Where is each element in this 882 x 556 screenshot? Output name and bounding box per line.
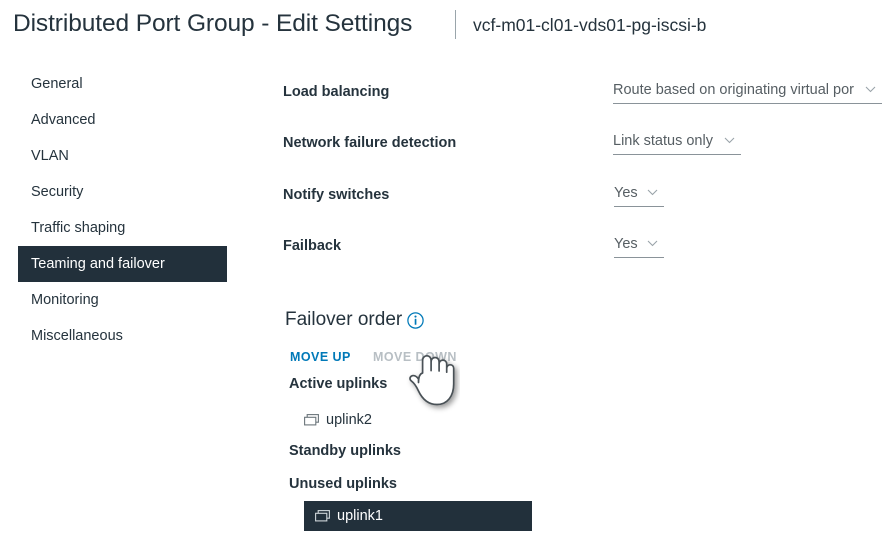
network-adapter-icon <box>304 413 319 427</box>
dropdown-value: Yes <box>614 185 638 201</box>
network-failure-detection-dropdown[interactable]: Link status only <box>613 131 741 155</box>
chevron-down-icon <box>724 137 735 144</box>
field-label: Failback <box>283 238 342 254</box>
chevron-down-icon <box>865 86 876 93</box>
group-title-unused-uplinks: Unused uplinks <box>289 476 397 492</box>
field-label: Load balancing <box>283 84 390 100</box>
group-title-standby-uplinks: Standby uplinks <box>289 443 401 459</box>
load-balancing-dropdown[interactable]: Route based on originating virtual por <box>613 80 882 104</box>
chevron-down-icon <box>647 189 658 196</box>
move-up-button[interactable]: MOVE UP <box>290 350 351 364</box>
field-label: Notify switches <box>283 187 390 203</box>
dropdown-value: Route based on originating virtual por <box>613 82 855 98</box>
network-adapter-icon <box>315 509 330 523</box>
uplink-label: uplink2 <box>326 412 372 428</box>
uplink-label: uplink1 <box>337 508 383 524</box>
group-title-active-uplinks: Active uplinks <box>289 376 388 392</box>
failback-dropdown[interactable]: Yes <box>614 234 664 258</box>
info-circle-icon[interactable] <box>407 312 424 329</box>
dropdown-value: Link status only <box>613 133 713 149</box>
move-down-button: MOVE DOWN <box>373 350 457 364</box>
field-label: Network failure detection <box>283 135 457 151</box>
dropdown-value: Yes <box>614 236 638 252</box>
settings-content: Load balancing Route based on originatin… <box>0 0 882 556</box>
failover-order-heading: Failover order <box>285 309 403 330</box>
uplink-row-uplink2[interactable]: uplink2 <box>304 405 532 435</box>
chevron-down-icon <box>647 240 658 247</box>
notify-switches-dropdown[interactable]: Yes <box>614 183 664 207</box>
uplink-row-uplink1[interactable]: uplink1 <box>304 501 532 531</box>
